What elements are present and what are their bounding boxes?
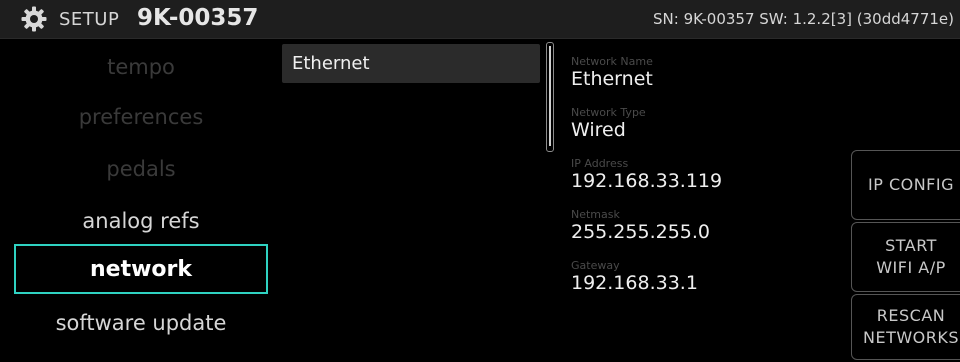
network-name-field: Network Name Ethernet bbox=[571, 56, 841, 107]
gear-icon bbox=[21, 6, 47, 32]
ip-config-button-label: IP CONFIG bbox=[867, 175, 954, 194]
sidebar-item-label: software update bbox=[55, 311, 227, 335]
netmask-label: Netmask bbox=[571, 208, 620, 221]
rescan-networks-button[interactable]: RESCAN NETWORKS bbox=[851, 294, 960, 360]
netmask-field: Netmask 255.255.255.0 bbox=[571, 209, 841, 260]
gateway-value: 192.168.33.1 bbox=[571, 272, 698, 294]
network-type-label: Network Type bbox=[571, 106, 646, 119]
network-details-panel: Network Name Ethernet Network Type Wired… bbox=[571, 56, 841, 311]
start-wifi-ap-label-line1: START bbox=[885, 236, 937, 255]
network-list-item-label: Ethernet bbox=[292, 53, 370, 74]
sidebar-item-label: pedals bbox=[106, 157, 176, 181]
network-list-item-ethernet[interactable]: Ethernet bbox=[282, 44, 540, 83]
rescan-networks-label-line1: RESCAN bbox=[876, 306, 946, 325]
gateway-field: Gateway 192.168.33.1 bbox=[571, 260, 841, 311]
netmask-value: 255.255.255.0 bbox=[571, 221, 711, 243]
sidebar-item-label: preferences bbox=[78, 105, 204, 129]
sidebar-item-software-update[interactable]: software update bbox=[14, 298, 268, 348]
network-name-label: Network Name bbox=[571, 55, 653, 68]
network-list: Ethernet bbox=[282, 44, 540, 83]
serial-software-info: SN: 9K-00357 SW: 1.2.2[3] (30dd4771e) bbox=[653, 10, 954, 28]
start-wifi-ap-button[interactable]: START WIFI A/P bbox=[851, 222, 960, 292]
ip-address-field: IP Address 192.168.33.119 bbox=[571, 158, 841, 209]
scrollbar-thumb[interactable] bbox=[549, 46, 551, 146]
unit-id-title: 9K-00357 bbox=[137, 5, 259, 31]
network-type-field: Network Type Wired bbox=[571, 107, 841, 158]
sidebar-item-tempo[interactable]: tempo bbox=[14, 42, 268, 92]
sidebar-item-network[interactable]: network bbox=[14, 244, 268, 294]
gateway-label: Gateway bbox=[571, 259, 620, 272]
setup-label: SETUP bbox=[59, 9, 120, 30]
ip-address-value: 192.168.33.119 bbox=[571, 170, 723, 192]
network-list-scrollbar[interactable] bbox=[546, 42, 554, 152]
sidebar-item-preferences[interactable]: preferences bbox=[14, 92, 268, 142]
sidebar-item-label: tempo bbox=[107, 55, 175, 79]
ip-address-label: IP Address bbox=[571, 157, 629, 170]
sidebar-item-analog-refs[interactable]: analog refs bbox=[14, 196, 268, 246]
title-bar: SETUP 9K-00357 SN: 9K-00357 SW: 1.2.2[3]… bbox=[0, 0, 960, 39]
network-type-value: Wired bbox=[571, 119, 626, 141]
ip-config-button[interactable]: IP CONFIG bbox=[851, 150, 960, 220]
start-wifi-ap-label-line2: WIFI A/P bbox=[876, 258, 946, 277]
sidebar-item-label: analog refs bbox=[82, 209, 200, 233]
sidebar-item-pedals[interactable]: pedals bbox=[14, 144, 268, 194]
settings-sidebar: tempo preferences pedals analog refs net… bbox=[0, 40, 280, 362]
network-name-value: Ethernet bbox=[571, 68, 653, 90]
rescan-networks-label-line2: NETWORKS bbox=[862, 328, 960, 347]
sidebar-item-label: network bbox=[89, 256, 193, 282]
